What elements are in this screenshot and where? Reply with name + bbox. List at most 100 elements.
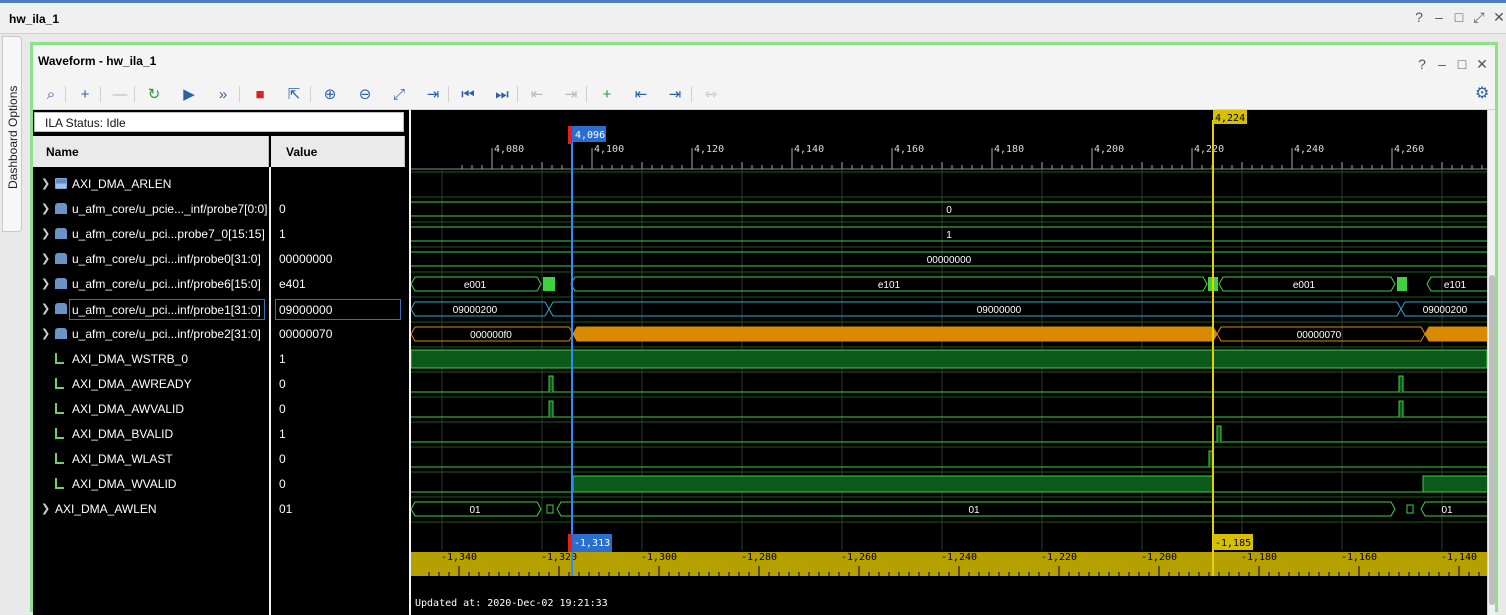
signal-value: 1 xyxy=(279,427,286,441)
signal-row[interactable]: AXI_DMA_AWREADY 0 xyxy=(33,372,409,397)
go-to-start-button[interactable]: ⏮ xyxy=(456,82,480,106)
zoom-in-button[interactable]: ⊕ xyxy=(318,82,342,106)
run-trigger-immediate-button[interactable]: ↻ xyxy=(142,82,166,106)
export-button[interactable]: ⇱ xyxy=(282,82,306,106)
zoom-fit-button[interactable]: ⤢ xyxy=(387,82,411,106)
signal-row[interactable]: ❯ u_afm_core/u_pci...inf/probe1[31:0] 0900… xyxy=(33,297,409,322)
panel-maximize-icon[interactable]: □ xyxy=(1455,56,1469,73)
signal-row[interactable]: ❯ u_afm_core/u_pci...inf/probe6[15:0] e401 xyxy=(33,272,409,297)
chevron-right-icon[interactable]: ❯ xyxy=(41,202,50,215)
previous-marker-button[interactable]: ⇤ xyxy=(629,82,653,106)
signal-name: AXI_DMA_BVALID xyxy=(72,427,174,441)
signal-value: 0 xyxy=(279,202,286,216)
signal-pulse xyxy=(548,375,554,392)
signal-row[interactable]: AXI_DMA_WLAST 0 xyxy=(33,447,409,472)
chevron-right-icon[interactable]: ❯ xyxy=(41,227,50,240)
toolbar-separator xyxy=(100,86,101,102)
signal-pulse xyxy=(1398,400,1404,417)
signal-row[interactable]: AXI_DMA_WSTRB_0 1 xyxy=(33,347,409,372)
toolbar-separator xyxy=(691,86,692,102)
minimize-icon[interactable]: – xyxy=(1432,9,1446,26)
scrollbar-thumb[interactable] xyxy=(1489,275,1495,605)
vertical-scrollbar[interactable] xyxy=(1487,110,1495,615)
dashboard-options-tab[interactable]: Dashboard Options xyxy=(2,36,22,232)
panel-close-icon[interactable]: ✕ xyxy=(1475,56,1489,73)
zoom-out-button[interactable]: ⊖ xyxy=(353,82,377,106)
chevron-right-icon[interactable]: ❯ xyxy=(41,327,50,340)
signal-row[interactable]: ❯ AXI_DMA_ARLEN xyxy=(33,172,409,197)
toolbar-separator xyxy=(586,86,587,102)
yellow-cursor-bottom-label: -1,185 xyxy=(1215,538,1251,549)
maximize-icon[interactable]: □ xyxy=(1452,9,1466,26)
bus-value-label: 09000200 xyxy=(1423,305,1468,316)
signal-name: AXI_DMA_WLAST xyxy=(72,452,173,466)
signal-row[interactable]: AXI_DMA_AWVALID 0 xyxy=(33,397,409,422)
bottom-tick-label: -1,140 xyxy=(1441,552,1477,563)
chevron-right-icon[interactable]: ❯ xyxy=(41,302,50,315)
signal-row[interactable]: AXI_DMA_WVALID 0 xyxy=(33,472,409,497)
swap-cursors-button[interactable]: ⇿ xyxy=(699,82,723,106)
float-icon[interactable]: ⤢ xyxy=(1472,9,1486,26)
panel-controls: ? – □ ✕ xyxy=(1415,56,1489,73)
run-trigger-button[interactable]: ▶ xyxy=(177,82,201,106)
signal-row[interactable]: ❯ u_afm_core/u_pci...inf/probe2[31:0] 0000… xyxy=(33,322,409,347)
signal-high-band xyxy=(1422,475,1487,493)
signal-row[interactable]: ❯ u_afm_core/u_pci...inf/probe0[31:0] 0000… xyxy=(33,247,409,272)
chevron-right-icon[interactable]: ❯ xyxy=(41,502,50,515)
window-controls: ? – □ ⤢ ✕ xyxy=(1412,9,1506,26)
add-marker-button[interactable]: + xyxy=(595,82,619,106)
window-title: hw_ila_1 xyxy=(9,12,60,26)
bottom-tick-label: -1,180 xyxy=(1241,552,1277,563)
signal-bit-icon xyxy=(55,403,64,414)
top-tick-label: 4,240 xyxy=(1294,144,1324,155)
bus-glitch xyxy=(546,504,554,514)
blue-cursor-top-label: 4,096 xyxy=(575,130,605,141)
panel-help-icon[interactable]: ? xyxy=(1415,56,1429,73)
remove-button[interactable]: — xyxy=(108,82,132,106)
signal-row[interactable]: ❯ u_afm_core/u_pcie..._inf/probe7[0:0] 0 xyxy=(33,197,409,222)
go-to-cursor-button[interactable]: ⇥ xyxy=(421,82,445,106)
column-header-name[interactable]: Name xyxy=(33,136,269,167)
chevron-right-icon[interactable]: ❯ xyxy=(41,252,50,265)
bus-glitch xyxy=(1397,277,1407,291)
stop-button[interactable]: ■ xyxy=(248,82,272,106)
next-marker-button[interactable]: ⇥ xyxy=(663,82,687,106)
close-icon[interactable]: ✕ xyxy=(1492,9,1506,26)
bus-glitch xyxy=(1406,504,1414,514)
bus-segment xyxy=(548,301,1402,317)
waveform-svg[interactable]: 4,080 4,100 4,120 4,140 4,160 4,180 4,200 4,220… xyxy=(411,110,1487,615)
top-tick-label: 4,220 xyxy=(1194,144,1224,155)
bottom-tick-label: -1,300 xyxy=(641,552,677,563)
top-tick-label: 4,200 xyxy=(1094,144,1124,155)
waveform-canvas[interactable]: 4,080 4,100 4,120 4,140 4,160 4,180 4,200 4,220… xyxy=(411,110,1487,615)
search-button[interactable]: ⌕ xyxy=(39,82,63,106)
app-window: hw_ila_1 ? – □ ⤢ ✕ Dashboard Options Wav… xyxy=(0,0,1506,615)
panel-minimize-icon[interactable]: – xyxy=(1435,56,1449,73)
run-continuous-button[interactable]: » xyxy=(211,82,235,106)
signal-value: 0 xyxy=(279,377,286,391)
chevron-right-icon[interactable]: ❯ xyxy=(41,277,50,290)
add-button[interactable]: + xyxy=(73,82,97,106)
zoom-in-icon: ⊕ xyxy=(323,86,337,103)
next-transition-button[interactable]: ⇥ xyxy=(559,82,583,106)
chevron-right-icon[interactable]: ❯ xyxy=(41,177,50,190)
panel-title: Waveform - hw_ila_1 xyxy=(38,54,157,68)
toolbar-separator xyxy=(310,86,311,102)
top-tick-label: 4,080 xyxy=(494,144,524,155)
probe-icon xyxy=(55,278,67,289)
go-to-end-button[interactable]: ⏭ xyxy=(490,82,514,106)
bus-value-label: e101 xyxy=(1444,280,1467,291)
previous-transition-button[interactable]: ⇤ xyxy=(525,82,549,106)
column-header-value[interactable]: Value xyxy=(271,136,405,167)
gear-icon[interactable]: ⚙ xyxy=(1475,83,1489,103)
signal-row[interactable]: ❯ u_afm_core/u_pci...probe7_0[15:15] 1 xyxy=(33,222,409,247)
next-transition-icon: ⇥ xyxy=(564,86,578,103)
bottom-tick-label: -1,340 xyxy=(441,552,477,563)
signal-name: u_afm_core/u_pci...inf/probe6[15:0] xyxy=(72,277,261,291)
help-icon[interactable]: ? xyxy=(1412,9,1426,26)
bus-value-label: 09000200 xyxy=(453,305,498,316)
blue-cursor-bottom-label: -1,313 xyxy=(574,538,610,549)
signal-row[interactable]: AXI_DMA_BVALID 1 xyxy=(33,422,409,447)
signal-name: u_afm_core/u_pcie..._inf/probe7[0:0] xyxy=(72,202,268,216)
signal-row[interactable]: ❯ AXI_DMA_AWLEN 01 xyxy=(33,497,409,522)
